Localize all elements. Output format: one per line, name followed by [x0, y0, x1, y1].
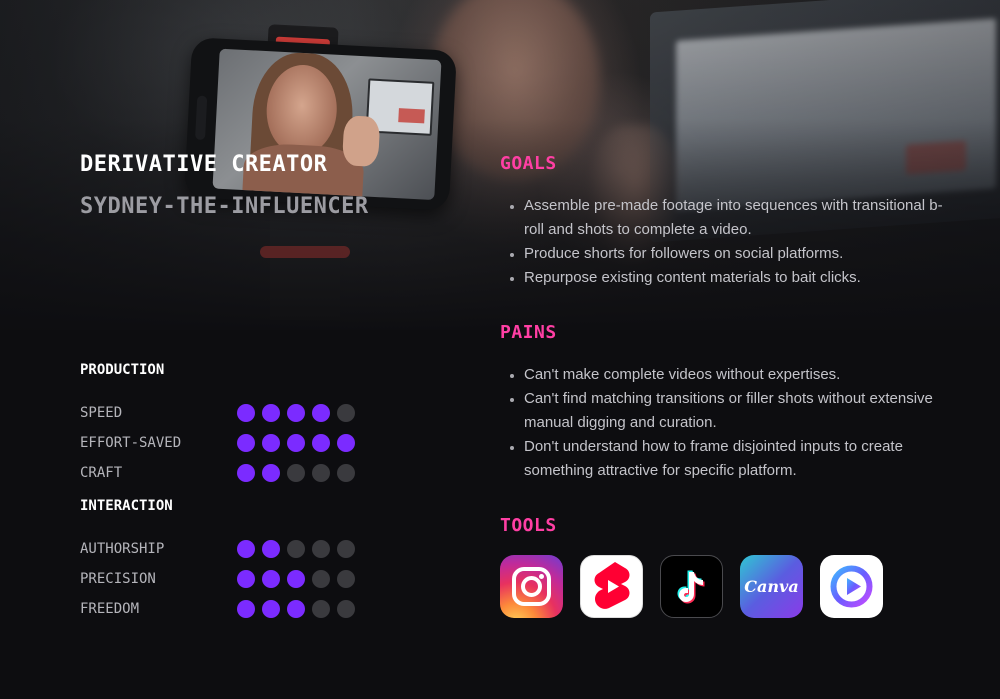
rating-row-speed: SPEED	[80, 398, 380, 428]
rating-row-precision: PRECISION	[80, 564, 380, 594]
rating-dot-filled	[262, 540, 280, 558]
rating-dot-filled	[237, 600, 255, 618]
rating-dot-filled	[287, 434, 305, 452]
rating-dot-filled	[287, 600, 305, 618]
goal-item: Repurpose existing content materials to …	[510, 266, 954, 290]
rating-dot-filled	[337, 434, 355, 452]
goal-item: Produce shorts for followers on social p…	[510, 242, 954, 266]
rating-label: CRAFT	[80, 465, 123, 481]
rating-dot-empty	[287, 540, 305, 558]
ratings-group-heading: INTERACTION	[80, 498, 173, 514]
rating-row-craft: CRAFT	[80, 458, 380, 488]
rating-dots	[237, 434, 355, 452]
persona-subtitle: SYDNEY-THE-INFLUENCER	[80, 194, 369, 219]
goals-list: Assemble pre-made footage into sequences…	[500, 194, 954, 290]
rating-dot-empty	[337, 464, 355, 482]
rating-dot-empty	[287, 464, 305, 482]
pains-list: Can't make complete videos without exper…	[500, 363, 954, 483]
pain-item: Can't make complete videos without exper…	[510, 363, 954, 387]
rating-dot-filled	[287, 570, 305, 588]
rating-dot-empty	[312, 600, 330, 618]
tiktok-icon	[660, 555, 723, 618]
rating-dot-empty	[312, 570, 330, 588]
rating-row-effort-saved: EFFORT-SAVED	[80, 428, 380, 458]
instagram-icon	[500, 555, 563, 618]
clipchamp-icon	[820, 555, 883, 618]
tools-list: Canva	[500, 555, 883, 618]
rating-label: FREEDOM	[80, 601, 140, 617]
goal-item: Assemble pre-made footage into sequences…	[510, 194, 954, 242]
rating-dot-filled	[262, 404, 280, 422]
rating-dot-filled	[237, 570, 255, 588]
rating-dot-filled	[237, 464, 255, 482]
goals-heading: GOALS	[500, 153, 557, 174]
rating-dot-empty	[337, 570, 355, 588]
rating-dot-filled	[262, 434, 280, 452]
rating-dot-filled	[237, 434, 255, 452]
rating-dot-filled	[312, 404, 330, 422]
rating-dot-filled	[262, 464, 280, 482]
rating-dot-filled	[237, 540, 255, 558]
rating-row-authorship: AUTHORSHIP	[80, 534, 380, 564]
rating-dot-empty	[312, 464, 330, 482]
rating-dots	[237, 570, 355, 588]
canva-logo-text: Canva	[744, 577, 799, 596]
ratings-group-heading: PRODUCTION	[80, 362, 165, 378]
youtube-shorts-icon	[580, 555, 643, 618]
rating-dots	[237, 404, 355, 422]
rating-dot-filled	[287, 404, 305, 422]
rating-dot-filled	[312, 434, 330, 452]
rating-dots	[237, 464, 355, 482]
rating-label: AUTHORSHIP	[80, 541, 165, 557]
rating-dot-empty	[312, 540, 330, 558]
rating-dot-empty	[337, 600, 355, 618]
persona-card: DERIVATIVE CREATOR SYDNEY-THE-INFLUENCER…	[0, 0, 1000, 699]
rating-dot-empty	[337, 540, 355, 558]
smartphone-image	[183, 37, 458, 211]
rating-dot-filled	[237, 404, 255, 422]
rating-dots	[237, 540, 355, 558]
pains-heading: PAINS	[500, 322, 557, 343]
pain-item: Can't find matching transitions or fille…	[510, 387, 954, 435]
rating-dots	[237, 600, 355, 618]
rating-dot-filled	[262, 570, 280, 588]
rating-row-freedom: FREEDOM	[80, 594, 380, 624]
phone-screen	[212, 48, 442, 201]
canva-icon: Canva	[740, 555, 803, 618]
tools-heading: TOOLS	[500, 515, 557, 536]
pain-item: Don't understand how to frame disjointed…	[510, 435, 954, 483]
persona-title: DERIVATIVE CREATOR	[80, 152, 328, 177]
rating-label: PRECISION	[80, 571, 156, 587]
rating-dot-empty	[337, 404, 355, 422]
ratings-panel: PRODUCTION SPEED EFFORT-SAVED CRAFT INTE…	[80, 360, 380, 624]
rating-label: EFFORT-SAVED	[80, 435, 182, 451]
rating-dot-filled	[262, 600, 280, 618]
rating-label: SPEED	[80, 405, 123, 421]
